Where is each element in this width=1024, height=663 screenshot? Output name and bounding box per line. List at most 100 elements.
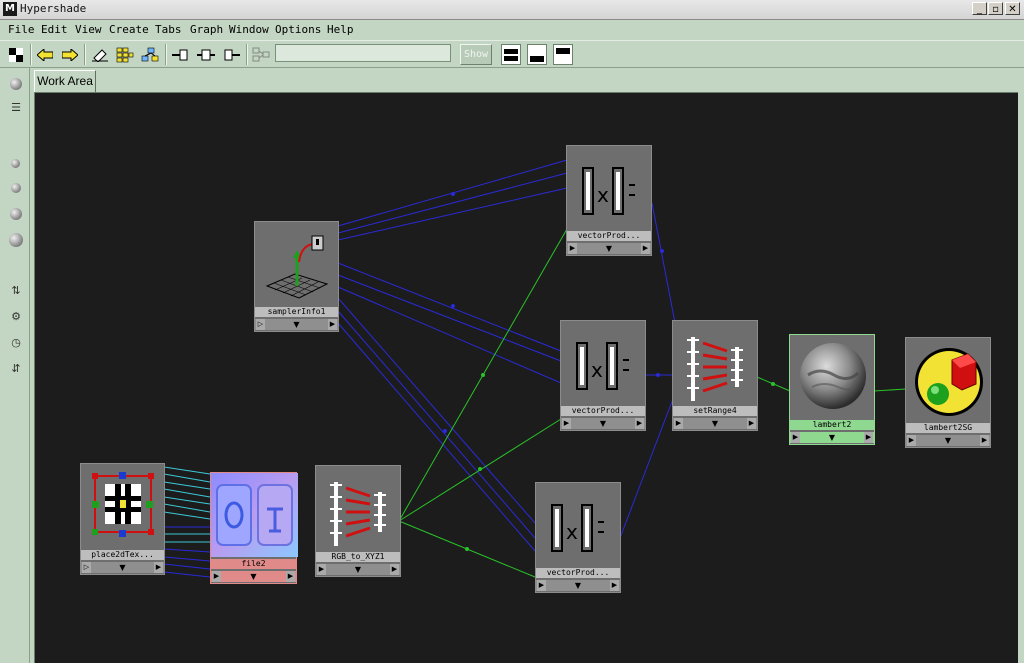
- toolbar-separator: [84, 44, 86, 65]
- node-set-range[interactable]: setRange4 ▶ ▼ ▶: [672, 320, 758, 431]
- expand-arrow[interactable]: ▼: [709, 418, 721, 429]
- place2d-texture-icon: [81, 464, 164, 546]
- menu-graph[interactable]: Graph: [190, 23, 223, 36]
- output-port[interactable]: ▶: [980, 435, 989, 446]
- input-port[interactable]: ▶: [568, 243, 577, 254]
- layout-bottom-icon[interactable]: [527, 44, 547, 65]
- expand-arrow[interactable]: ▼: [572, 580, 584, 591]
- wire-samplerInfo-vectorProd-mid: [337, 262, 562, 352]
- node-label: lambert2SG: [906, 423, 990, 433]
- left-toolbar: ☰ ⇅ ⚙ ◷ ⇵: [0, 68, 30, 663]
- node-port-bar: ▶ ▼ ▶: [567, 243, 651, 254]
- output-port[interactable]: ▶: [610, 580, 619, 591]
- toolbar-separator: [165, 44, 167, 65]
- expand-arrow[interactable]: ▼: [117, 562, 129, 573]
- output-connections-icon[interactable]: [222, 45, 242, 64]
- input-port[interactable]: ▶: [317, 564, 326, 575]
- expand-arrow[interactable]: ▼: [291, 319, 303, 330]
- input-port[interactable]: ▶: [791, 432, 800, 443]
- node-label: vectorProd...: [561, 406, 645, 416]
- sort-by-type-icon[interactable]: ⚙: [6, 307, 26, 327]
- graph-layout-icon[interactable]: [115, 45, 135, 64]
- toolbar-separator: [246, 44, 248, 65]
- input-port[interactable]: ▶: [907, 435, 916, 446]
- menu-create[interactable]: Create: [109, 23, 149, 36]
- show-button[interactable]: Show: [460, 44, 492, 65]
- output-port[interactable]: ▶: [641, 243, 650, 254]
- vector-product-icon: x: [567, 146, 651, 228]
- list-view-icon[interactable]: ☰: [6, 98, 26, 118]
- output-port[interactable]: ▶: [864, 432, 873, 443]
- output-port[interactable]: ▶: [328, 319, 337, 330]
- input-port[interactable]: ▶: [212, 571, 221, 582]
- node-sampler-info[interactable]: samplerInfo1 ▷ ▼ ▶: [254, 221, 339, 332]
- search-field[interactable]: [275, 44, 451, 62]
- node-lambert[interactable]: lambert2 ▶ ▼ ▶: [789, 334, 875, 445]
- svg-text:x: x: [591, 358, 603, 382]
- right-border: [1018, 92, 1024, 663]
- shelf-sphere-large-icon[interactable]: [6, 230, 26, 250]
- node-vector-product-top[interactable]: x vectorProd... ▶ ▼ ▶: [566, 145, 652, 256]
- shader-sphere-icon[interactable]: [6, 74, 26, 94]
- menu-view[interactable]: View: [75, 23, 102, 36]
- window-title: Hypershade: [20, 2, 87, 15]
- expand-arrow[interactable]: ▼: [826, 432, 838, 443]
- graph-network-icon[interactable]: [140, 45, 160, 64]
- sort-reverse-icon[interactable]: ⇵: [6, 359, 26, 379]
- node-lambert-sg[interactable]: lambert2SG ▶ ▼ ▶: [905, 337, 991, 448]
- menu-edit[interactable]: Edit: [41, 23, 68, 36]
- minimize-button[interactable]: _: [972, 2, 987, 15]
- restore-button[interactable]: ▫: [988, 2, 1003, 15]
- output-port[interactable]: ▶: [747, 418, 756, 429]
- node-vector-product-bottom[interactable]: x vectorProd... ▶ ▼ ▶: [535, 482, 621, 593]
- tab-work-area[interactable]: Work Area: [34, 70, 96, 92]
- expand-arrow[interactable]: ▼: [352, 564, 364, 575]
- expand-arrow[interactable]: ▼: [248, 571, 260, 582]
- rgb-to-xyz-icon: [316, 466, 400, 550]
- shelf-sphere-icon[interactable]: [6, 178, 26, 198]
- menu-tabs[interactable]: Tabs: [155, 23, 182, 36]
- input-port[interactable]: ▷: [256, 319, 265, 330]
- menu-window[interactable]: Window: [229, 23, 269, 36]
- work-area-canvas[interactable]: samplerInfo1 ▷ ▼ ▶ x vectorProd... ▶ ▼ ▶ x v…: [34, 92, 1018, 663]
- menu-help[interactable]: Help: [327, 23, 354, 36]
- expand-arrow[interactable]: ▼: [597, 418, 609, 429]
- input-output-connections-icon[interactable]: [196, 45, 216, 64]
- shading-group-icon: [906, 338, 990, 420]
- back-arrow-icon[interactable]: [35, 45, 55, 64]
- output-port[interactable]: ▶: [286, 571, 295, 582]
- maya-app-icon: M: [3, 2, 17, 16]
- input-port[interactable]: ▶: [674, 418, 683, 429]
- sort-by-name-icon[interactable]: ⇅: [6, 281, 26, 301]
- input-port[interactable]: ▶: [537, 580, 546, 591]
- forward-arrow-icon[interactable]: [60, 45, 80, 64]
- expand-arrow[interactable]: ▼: [603, 243, 615, 254]
- node-place2d-texture[interactable]: place2dTex... ▷ ▼ ▶: [80, 463, 165, 575]
- layout-top-bottom-icon[interactable]: [501, 44, 521, 65]
- output-port[interactable]: ▶: [635, 418, 644, 429]
- node-vector-product-mid[interactable]: x vectorProd... ▶ ▼ ▶: [560, 320, 646, 431]
- layout-top-icon[interactable]: [553, 44, 573, 65]
- node-label: samplerInfo1: [255, 307, 338, 317]
- eraser-icon[interactable]: [90, 45, 110, 64]
- input-connections-icon[interactable]: [170, 45, 190, 64]
- input-port[interactable]: ▶: [562, 418, 571, 429]
- expand-arrow[interactable]: ▼: [942, 435, 954, 446]
- output-port[interactable]: ▶: [390, 564, 399, 575]
- checker-icon[interactable]: [6, 45, 26, 64]
- node-port-bar: ▶ ▼ ▶: [906, 435, 990, 446]
- node-rgb-to-xyz[interactable]: RGB_to_XYZ1 ▶ ▼ ▶: [315, 465, 401, 577]
- node-port-bar: ▶ ▼ ▶: [316, 564, 400, 575]
- shelf-sphere-small-icon[interactable]: [6, 154, 26, 174]
- menu-file[interactable]: File: [8, 23, 35, 36]
- input-port[interactable]: ▷: [82, 562, 91, 573]
- sort-by-time-icon[interactable]: ◷: [6, 333, 26, 353]
- close-button[interactable]: ✕: [1005, 2, 1020, 15]
- node-file-texture[interactable]: file2 ▶ ▼ ▶: [210, 472, 298, 584]
- node-label: vectorProd...: [536, 568, 620, 578]
- menu-options[interactable]: Options: [275, 23, 321, 36]
- filter-icon[interactable]: [251, 45, 271, 64]
- shelf-sphere-medium-icon[interactable]: [6, 204, 26, 224]
- vector-product-icon: x: [536, 483, 620, 565]
- output-port[interactable]: ▶: [154, 562, 163, 573]
